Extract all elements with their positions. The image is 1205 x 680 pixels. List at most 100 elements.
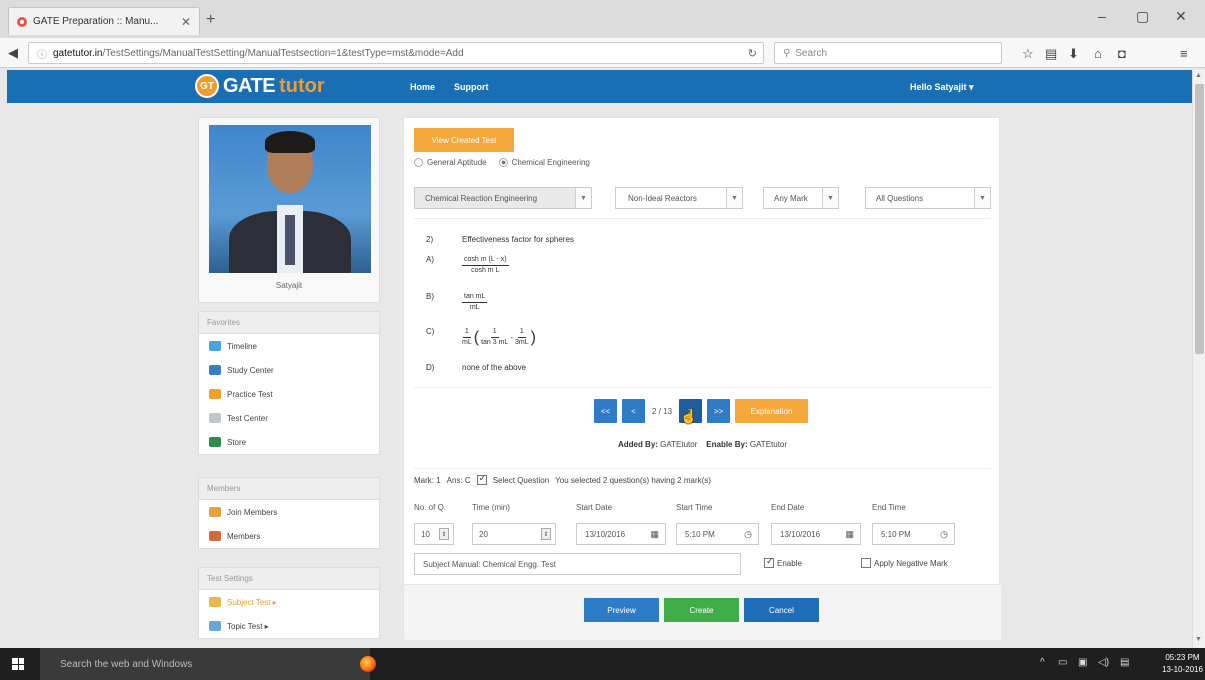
browser-tab[interactable]: GATE Preparation :: Manu... ✕ [8, 7, 200, 35]
clock-icon[interactable]: ◷ [744, 529, 752, 540]
volume-icon[interactable]: ◁) [1098, 657, 1109, 668]
calendar-icon[interactable]: ▦ [845, 529, 854, 540]
clock-icon[interactable]: ◷ [940, 529, 948, 540]
first-page-button[interactable]: << [594, 399, 617, 423]
added-by-line: Added By: GATEtutor Enable By: GATEtutor [617, 440, 788, 449]
browser-nav-bar: ◀ ⓘ gatetutor.in /TestSettings/ManualTes… [0, 38, 1205, 68]
explanation-button[interactable]: Explanation [735, 399, 809, 423]
sidebar-item-label: Subject Test ▸ [227, 597, 277, 607]
select-question-checkbox[interactable] [476, 473, 487, 485]
sidebar-item-test-center[interactable]: Test Center [199, 406, 379, 430]
negative-mark-label: Apply Negative Mark [874, 558, 948, 568]
chevron-down-icon: ▼ [974, 188, 990, 208]
question-text: Effectiveness factor for spheres [462, 235, 574, 244]
topic-select[interactable]: Non-Ideal Reactors ▼ [615, 187, 743, 209]
menu-icon[interactable]: ≡ [1180, 46, 1188, 61]
questions-select-value: All Questions [876, 193, 924, 203]
new-tab-icon[interactable]: + [206, 11, 215, 29]
num-questions-input[interactable]: 10 ⇕ [414, 523, 454, 545]
create-button[interactable]: Create [664, 598, 739, 622]
enable-by-value: GATEtutor [749, 440, 788, 449]
subject-select[interactable]: Chemical Reaction Engineering ▼ [414, 187, 592, 209]
firefox-icon[interactable] [360, 656, 376, 672]
end-date-label: End Date [771, 503, 805, 512]
bookmark-star-icon[interactable]: ☆ [1022, 46, 1034, 62]
number-stepper-icon[interactable]: ⇕ [439, 528, 449, 540]
sidebar-item-subject-test[interactable]: Subject Test ▸ [199, 590, 379, 614]
windows-start-icon[interactable] [12, 658, 24, 670]
site-logo[interactable]: GT GATE tutor [195, 74, 325, 98]
radio-chemical-engineering[interactable] [498, 158, 508, 167]
scroll-down-icon[interactable]: ▼ [1195, 636, 1202, 643]
page-scrollbar[interactable]: ▲ ▼ [1192, 70, 1205, 648]
network-icon[interactable]: ▭ [1058, 657, 1067, 668]
nav-support[interactable]: Support [454, 82, 489, 92]
sidebar-item-store[interactable]: Store [199, 430, 379, 454]
window-close-icon[interactable]: ✕ [1175, 8, 1187, 25]
view-created-test-button[interactable]: View Created Test [414, 128, 514, 152]
start-time-input[interactable]: 5:10 PM ◷ [676, 523, 759, 545]
enable-checkbox[interactable] [764, 556, 774, 568]
taskbar-clock[interactable]: 05:23 PM 13-10-2016 [1162, 652, 1203, 676]
num-questions-label: No. of Q. [414, 503, 447, 512]
pocket-icon[interactable]: ◘ [1118, 46, 1126, 61]
preview-button[interactable]: Preview [584, 598, 659, 622]
added-by-value: GATEtutor [660, 440, 698, 449]
radio-general-aptitude[interactable] [414, 158, 423, 167]
notification-icon[interactable]: ▤ [1120, 657, 1129, 668]
option-c-label: C) [426, 327, 435, 336]
download-icon[interactable]: ⬇ [1068, 46, 1079, 62]
scrollbar-thumb[interactable] [1195, 84, 1204, 354]
enable-toggle[interactable]: Enable [764, 556, 802, 568]
minimize-icon[interactable]: – [1098, 8, 1106, 24]
last-page-button[interactable]: >> [707, 399, 731, 423]
mark-select[interactable]: Any Mark ▼ [763, 187, 839, 209]
url-host: gatetutor.in [53, 47, 103, 59]
nav-home[interactable]: Home [410, 82, 435, 92]
profile-photo[interactable] [209, 125, 371, 273]
calendar-icon[interactable]: ▦ [650, 529, 659, 540]
reload-icon[interactable]: ↻ [748, 47, 757, 60]
url-path: /TestSettings/ManualTestSetting/ManualTe… [102, 47, 464, 59]
sidebar-item-members[interactable]: Members [199, 524, 379, 548]
start-date-input[interactable]: 13/10/2016 ▦ [576, 523, 666, 545]
cancel-button[interactable]: Cancel [744, 598, 819, 622]
maximize-icon[interactable]: ▢ [1136, 8, 1149, 25]
time-input[interactable]: 20 ⇕ [472, 523, 556, 545]
question-area: 2) Effectiveness factor for spheres A) c… [414, 218, 991, 388]
info-icon[interactable]: ⓘ [37, 46, 47, 61]
end-date-input[interactable]: 13/10/2016 ▦ [771, 523, 861, 545]
negative-mark-checkbox[interactable] [861, 558, 871, 568]
sidebar-item-practice-test[interactable]: Practice Test [199, 382, 379, 406]
scroll-up-icon[interactable]: ▲ [1195, 72, 1202, 79]
time-label: Time (min) [472, 503, 510, 512]
negative-mark-toggle[interactable]: Apply Negative Mark [861, 558, 948, 568]
url-bar[interactable]: ⓘ gatetutor.in /TestSettings/ManualTestS… [28, 42, 764, 64]
favorites-header: Favorites [199, 312, 379, 334]
user-menu[interactable]: Hello Satyajit ▾ [910, 82, 974, 93]
end-time-input[interactable]: 5:10 PM ◷ [872, 523, 955, 545]
sidebar-item-topic-test[interactable]: Topic Test ▸ [199, 614, 379, 638]
taskbar-search-input[interactable]: Search the web and Windows [40, 648, 370, 680]
questions-select[interactable]: All Questions ▼ [865, 187, 991, 209]
site-favicon-icon [17, 16, 27, 27]
browser-search-input[interactable]: ⚲ Search [774, 42, 1002, 64]
end-time-label: End Time [872, 503, 906, 512]
prev-page-button[interactable]: < [622, 399, 645, 423]
back-icon[interactable]: ◀ [8, 45, 18, 61]
option-c: C) 1 mL ( 1 tan 3 mL - 1 3mL ) [426, 327, 536, 348]
reading-list-icon[interactable]: ▤ [1045, 46, 1057, 62]
sidebar-item-join-members[interactable]: Join Members [199, 500, 379, 524]
home-icon[interactable]: ⌂ [1094, 46, 1102, 61]
number-stepper-icon[interactable]: ⇕ [541, 528, 551, 540]
tab-close-icon[interactable]: ✕ [181, 15, 191, 29]
join-members-icon [209, 507, 221, 517]
option-a-formula: cosh m (L - x) cosh m L [462, 256, 509, 274]
tray-chevron-icon[interactable]: ^ [1040, 657, 1045, 668]
browser-tab-bar: GATE Preparation :: Manu... ✕ + – ▢ ✕ [0, 0, 1205, 38]
monitor-icon[interactable]: ▣ [1078, 657, 1087, 668]
sidebar-item-study-center[interactable]: Study Center [199, 358, 379, 382]
search-icon: ⚲ [783, 47, 791, 59]
test-title-input[interactable]: Subject Manual: Chemical Engg. Test [414, 553, 741, 575]
sidebar-item-timeline[interactable]: Timeline [199, 334, 379, 358]
